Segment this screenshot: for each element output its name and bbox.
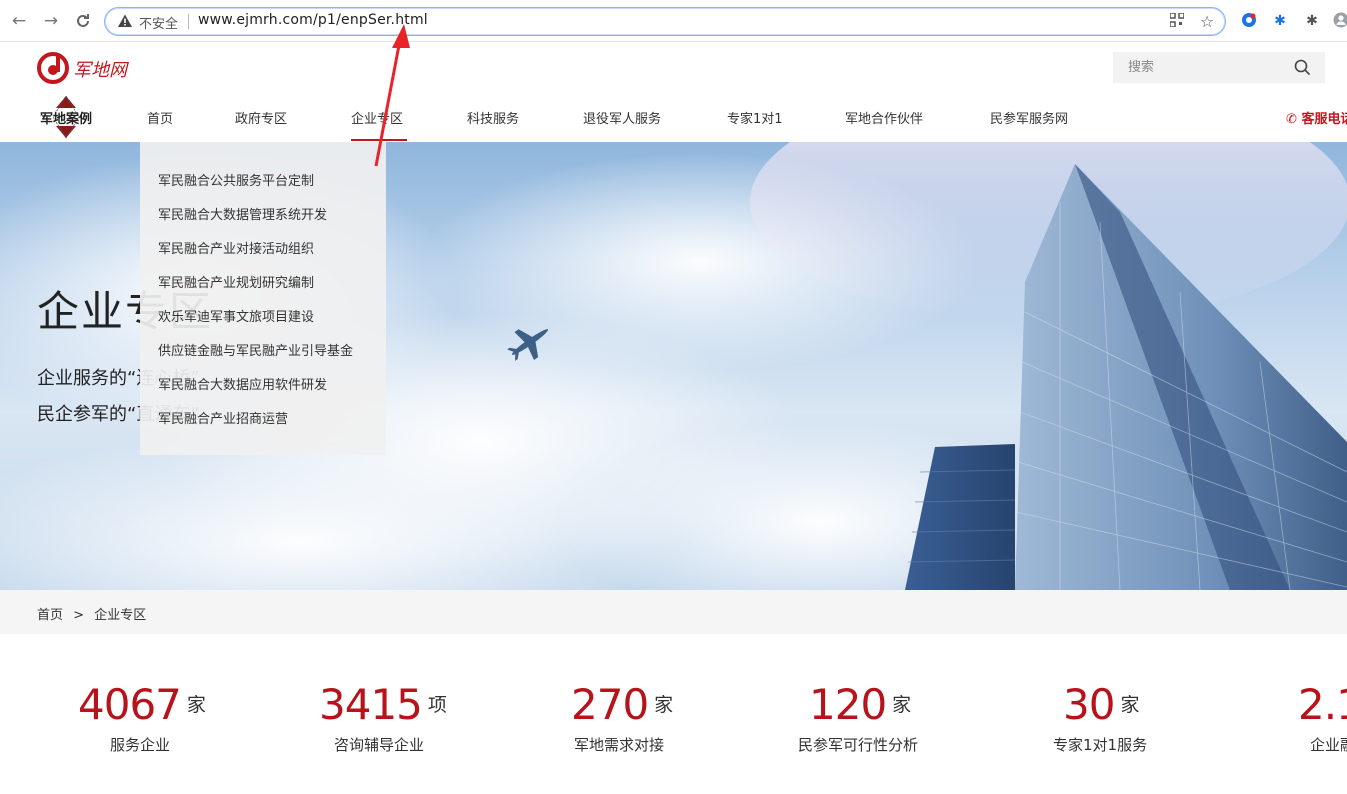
dropdown-item-tourism[interactable]: 欢乐军迪军事文旅项目建设 [140, 308, 386, 342]
extensions-puzzle-icon[interactable]: ✱ [1303, 12, 1321, 30]
profile-avatar-icon[interactable] [1332, 12, 1347, 30]
nav-item-enterprise[interactable]: 企业专区 [351, 108, 403, 127]
stat-service-enterprises: 4067 家 服务企业 [78, 680, 206, 754]
stat-value: 270 [571, 680, 649, 729]
extension-globe-icon[interactable] [1240, 12, 1258, 30]
stat-unit: 项 [427, 694, 447, 716]
breadcrumb-current: 企业专区 [94, 608, 147, 623]
phone-icon: ✆ [1286, 112, 1297, 127]
active-nav-underline [351, 139, 407, 141]
stat-consulting: 3415 项 咨询辅导企业 [319, 680, 447, 754]
address-bar[interactable]: 不安全 www.ejmrh.com/p1/enpSer.html ☆ [104, 7, 1226, 36]
service-phone-label: 客服电话 [1301, 112, 1347, 127]
breadcrumb: 首页 > 企业专区 [37, 604, 152, 623]
stat-value: 30 [1063, 680, 1115, 729]
stat-demand-matching: 270 家 军地需求对接 [571, 680, 674, 754]
stat-value: 3415 [319, 680, 423, 729]
browser-toolbar: ← → 不安全 www.ejmrh.com/p1/enpSer.html ☆ ✱… [0, 0, 1347, 42]
nav-item-partners[interactable]: 军地合作伙伴 [845, 108, 923, 127]
dropdown-item-bigdata-system[interactable]: 军民融合大数据管理系统开发 [140, 206, 386, 240]
search-box [1113, 52, 1325, 83]
breadcrumb-separator: > [73, 608, 85, 623]
breadcrumb-home[interactable]: 首页 [37, 608, 63, 623]
url-text[interactable]: www.ejmrh.com/p1/enpSer.html [198, 12, 428, 28]
reload-icon[interactable] [72, 10, 94, 32]
search-input[interactable] [1113, 52, 1293, 83]
logo-text: 军地网 [73, 60, 129, 81]
stat-financing: 2.1 企业融 [1298, 680, 1347, 770]
nav-item-home[interactable]: 首页 [147, 108, 173, 127]
qr-code-icon[interactable] [1168, 12, 1186, 31]
stat-value: 2.1 [1298, 680, 1347, 729]
nav-item-expert[interactable]: 专家1对1 [727, 108, 783, 127]
stat-label: 服务企业 [110, 736, 171, 754]
dropdown-item-planning[interactable]: 军民融合产业规划研究编制 [140, 274, 386, 308]
stat-label: 专家1对1服务 [1053, 736, 1148, 754]
nav-item-veterans[interactable]: 退役军人服务 [583, 108, 661, 127]
nav-item-tech[interactable]: 科技服务 [467, 108, 519, 127]
nav-item-cases[interactable]: 军地案例 [37, 94, 95, 140]
stat-expert-service: 30 家 专家1对1服务 [1053, 680, 1147, 754]
search-icon[interactable] [1294, 59, 1311, 76]
stat-unit: 家 [654, 694, 674, 716]
warning-icon[interactable] [117, 13, 133, 29]
stat-unit: 家 [186, 694, 206, 716]
stat-label: 咨询辅导企业 [334, 736, 425, 754]
stat-feasibility: 120 家 民参军可行性分析 [798, 680, 918, 754]
insecure-label: 不安全 [139, 17, 179, 32]
divider [188, 14, 189, 29]
dropdown-item-finance[interactable]: 供应链金融与军民融产业引导基金 [140, 342, 386, 376]
service-phone-link[interactable]: ✆ 客服电话 [1286, 108, 1347, 127]
nav-item-government[interactable]: 政府专区 [235, 108, 287, 127]
breadcrumb-bar: 首页 > 企业专区 [0, 590, 1347, 634]
stat-value: 120 [809, 680, 887, 729]
nav-case-label: 军地案例 [39, 112, 92, 127]
dropdown-item-platform[interactable]: 军民融合公共服务平台定制 [140, 172, 386, 206]
stat-label: 企业融 [1310, 736, 1347, 754]
back-icon[interactable]: ← [8, 10, 30, 32]
stat-unit: 家 [1120, 694, 1140, 716]
stat-label: 民参军可行性分析 [798, 736, 919, 754]
stat-value: 4067 [78, 680, 182, 729]
forward-icon[interactable]: → [40, 10, 62, 32]
extension-puzzle-blue-icon[interactable]: ✱ [1271, 12, 1289, 30]
bookmark-star-icon[interactable]: ☆ [1198, 13, 1216, 31]
enterprise-dropdown-menu: 军民融合公共服务平台定制 军民融合大数据管理系统开发 军民融合产业对接活动组织 … [140, 142, 386, 455]
stat-label: 军地需求对接 [574, 736, 665, 754]
stat-unit: 家 [892, 694, 912, 716]
nav-item-civil-military[interactable]: 民参军服务网 [990, 108, 1068, 127]
dropdown-item-matching-events[interactable]: 军民融合产业对接活动组织 [140, 240, 386, 274]
site-logo[interactable]: 军地网 [37, 52, 137, 84]
dropdown-item-software[interactable]: 军民融合大数据应用软件研发 [140, 376, 386, 410]
dropdown-item-investment[interactable]: 军民融合产业招商运营 [140, 410, 386, 444]
main-nav: 军地案例 首页 政府专区 企业专区 科技服务 退役军人服务 专家1对1 军地合作… [0, 92, 1347, 142]
